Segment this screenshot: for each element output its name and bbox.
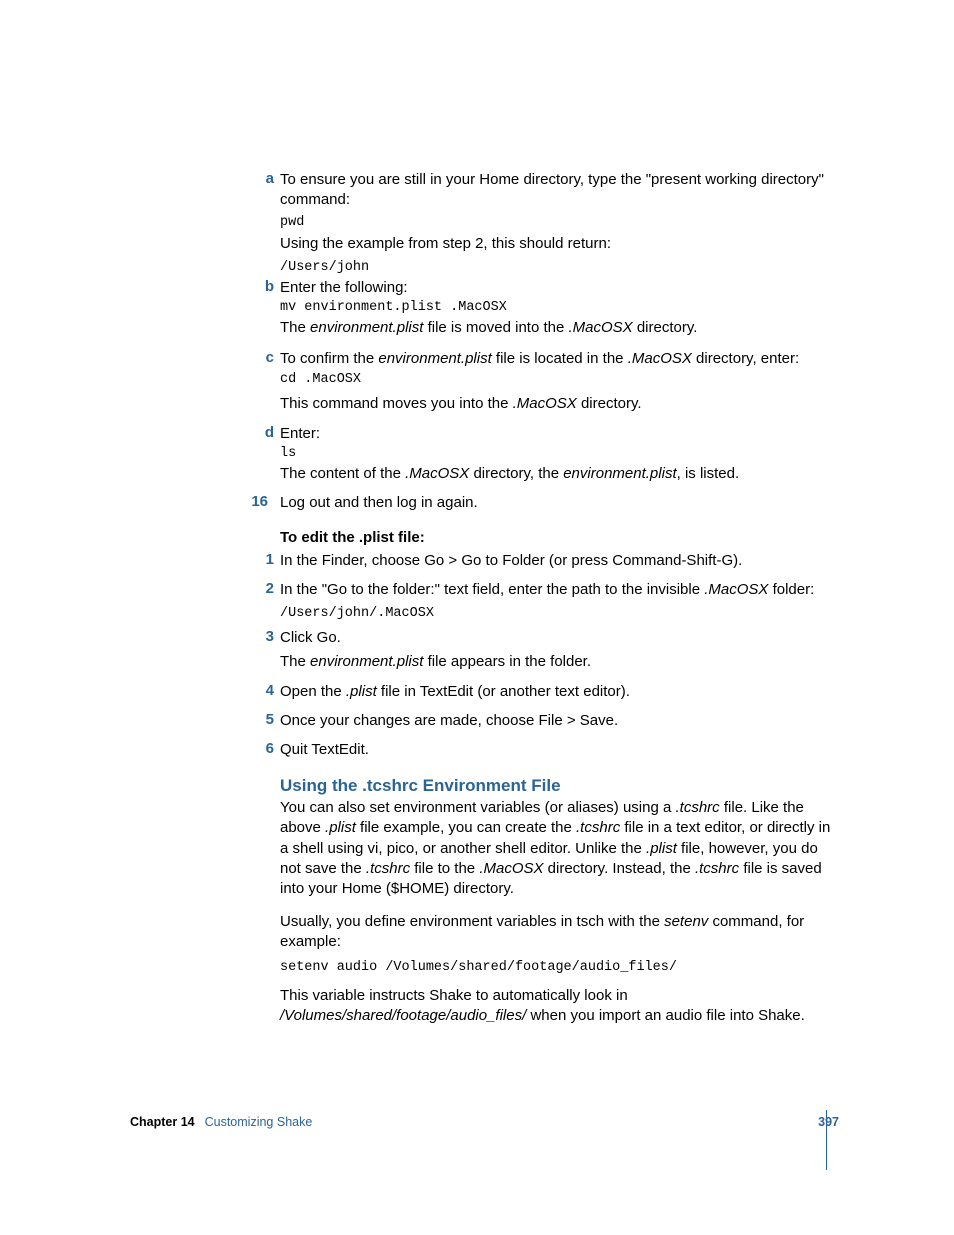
t: The xyxy=(280,653,310,670)
edit-step-3-line1: Click Go. xyxy=(280,628,839,648)
t-italic: environment.plist xyxy=(310,319,423,336)
t: This variable instructs Shake to automat… xyxy=(280,987,628,1004)
t: file example, you can create the xyxy=(356,819,576,836)
t: directory. xyxy=(633,319,698,336)
edit-step-1: In the Finder, choose Go > Go to Folder … xyxy=(280,551,839,571)
t-italic: .MacOSX xyxy=(704,581,768,598)
step-b-line2: The environment.plist file is moved into… xyxy=(280,318,839,338)
edit-step-2: In the "Go to the folder:" text field, e… xyxy=(280,580,839,600)
t: directory. Instead, the xyxy=(544,860,695,877)
step-letter-c: c xyxy=(250,349,274,366)
t-italic: environment.plist xyxy=(563,465,676,482)
step-c-line2: This command moves you into the .MacOSX … xyxy=(280,394,839,414)
t-italic: environment.plist xyxy=(378,350,491,367)
edit-step-6: Quit TextEdit. xyxy=(280,740,839,760)
t: You can also set environment variables (… xyxy=(280,799,676,816)
footer-left: Chapter 14 Customizing Shake xyxy=(130,1115,312,1129)
t: This command moves you into the xyxy=(280,395,513,412)
edit-step-3-line2: The environment.plist file appears in th… xyxy=(280,652,839,672)
step-b-line1: Enter the following: xyxy=(280,278,839,298)
t: Open the xyxy=(280,683,346,700)
step-d-line2: The content of the .MacOSX directory, th… xyxy=(280,464,839,484)
edit-step-3-num: 3 xyxy=(230,628,274,645)
t-italic: .MacOSX xyxy=(513,395,577,412)
t-italic: .MacOSX xyxy=(405,465,469,482)
t-italic: .tcshrc xyxy=(366,860,410,877)
t: directory, enter: xyxy=(692,350,799,367)
t: , is listed. xyxy=(677,465,740,482)
code-users-john: /Users/john xyxy=(280,258,839,278)
chapter-title: Customizing Shake xyxy=(205,1115,313,1129)
t: The xyxy=(280,319,310,336)
page-number: 397 xyxy=(818,1115,839,1129)
t-italic: environment.plist xyxy=(310,653,423,670)
step-letter-b: b xyxy=(250,278,274,295)
edit-step-6-num: 6 xyxy=(230,740,274,757)
t: The content of the xyxy=(280,465,405,482)
t-italic: .MacOSX xyxy=(568,319,632,336)
edit-step-5: Once your changes are made, choose File … xyxy=(280,711,839,731)
tcshrc-para3: This variable instructs Shake to automat… xyxy=(280,986,839,1027)
t-italic: .plist xyxy=(346,683,377,700)
t: Usually, you define environment variable… xyxy=(280,913,664,930)
step-number-16: 16 xyxy=(148,493,268,510)
edit-step-4: Open the .plist file in TextEdit (or ano… xyxy=(280,682,839,702)
step-a-return: Using the example from step 2, this shou… xyxy=(280,234,839,254)
t-italic: /Volumes/shared/footage/audio_files/ xyxy=(280,1007,526,1024)
t-italic: .MacOSX xyxy=(479,860,543,877)
page-footer: Chapter 14 Customizing Shake 397 xyxy=(130,1115,839,1129)
t-italic: .plist xyxy=(325,819,356,836)
edit-step-2-num: 2 xyxy=(230,580,274,597)
t: In the "Go to the folder:" text field, e… xyxy=(280,581,704,598)
page: a To ensure you are still in your Home d… xyxy=(0,0,954,1235)
t-italic: .tcshrc xyxy=(695,860,739,877)
edit-step-4-num: 4 xyxy=(230,682,274,699)
tcshrc-heading: Using the .tcshrc Environment File xyxy=(280,775,839,798)
text: To ensure you are still in your Home dir… xyxy=(280,171,824,208)
code-ls: ls xyxy=(280,444,839,464)
t-italic: .plist xyxy=(646,840,677,857)
t-italic: .tcshrc xyxy=(676,799,720,816)
edit-step-1-num: 1 xyxy=(230,551,274,568)
step-letter-a: a xyxy=(250,170,274,187)
t: file is moved into the xyxy=(423,319,568,336)
step-d-line1: Enter: xyxy=(280,424,839,444)
tcshrc-para2: Usually, you define environment variable… xyxy=(280,912,839,953)
t: when you import an audio file into Shake… xyxy=(526,1007,805,1024)
code-pwd: pwd xyxy=(280,213,839,233)
code-setenv: setenv audio /Volumes/shared/footage/aud… xyxy=(280,958,839,978)
t-italic: setenv xyxy=(664,913,708,930)
edit-step-5-num: 5 xyxy=(230,711,274,728)
edit-plist-heading: To edit the .plist file: xyxy=(280,528,839,548)
t: To confirm the xyxy=(280,350,378,367)
step-letter-d: d xyxy=(250,424,274,441)
code-cd-macosx: cd .MacOSX xyxy=(280,370,839,390)
t-italic: .tcshrc xyxy=(576,819,620,836)
t: file is located in the xyxy=(492,350,628,367)
t: directory. xyxy=(577,395,642,412)
step-c-line1: To confirm the environment.plist file is… xyxy=(280,349,839,369)
t: folder: xyxy=(768,581,814,598)
tcshrc-para1: You can also set environment variables (… xyxy=(280,798,839,899)
t: file in TextEdit (or another text editor… xyxy=(377,683,630,700)
step-a-body: To ensure you are still in your Home dir… xyxy=(280,170,839,211)
t-italic: .MacOSX xyxy=(628,350,692,367)
t: file appears in the folder. xyxy=(423,653,591,670)
step-16-text: Log out and then log in again. xyxy=(280,493,839,513)
chapter-label: Chapter 14 xyxy=(130,1115,195,1129)
t: directory, the xyxy=(469,465,563,482)
t: file to the xyxy=(410,860,479,877)
code-mv: mv environment.plist .MacOSX xyxy=(280,298,839,318)
code-users-john-macosx: /Users/john/.MacOSX xyxy=(280,604,839,624)
